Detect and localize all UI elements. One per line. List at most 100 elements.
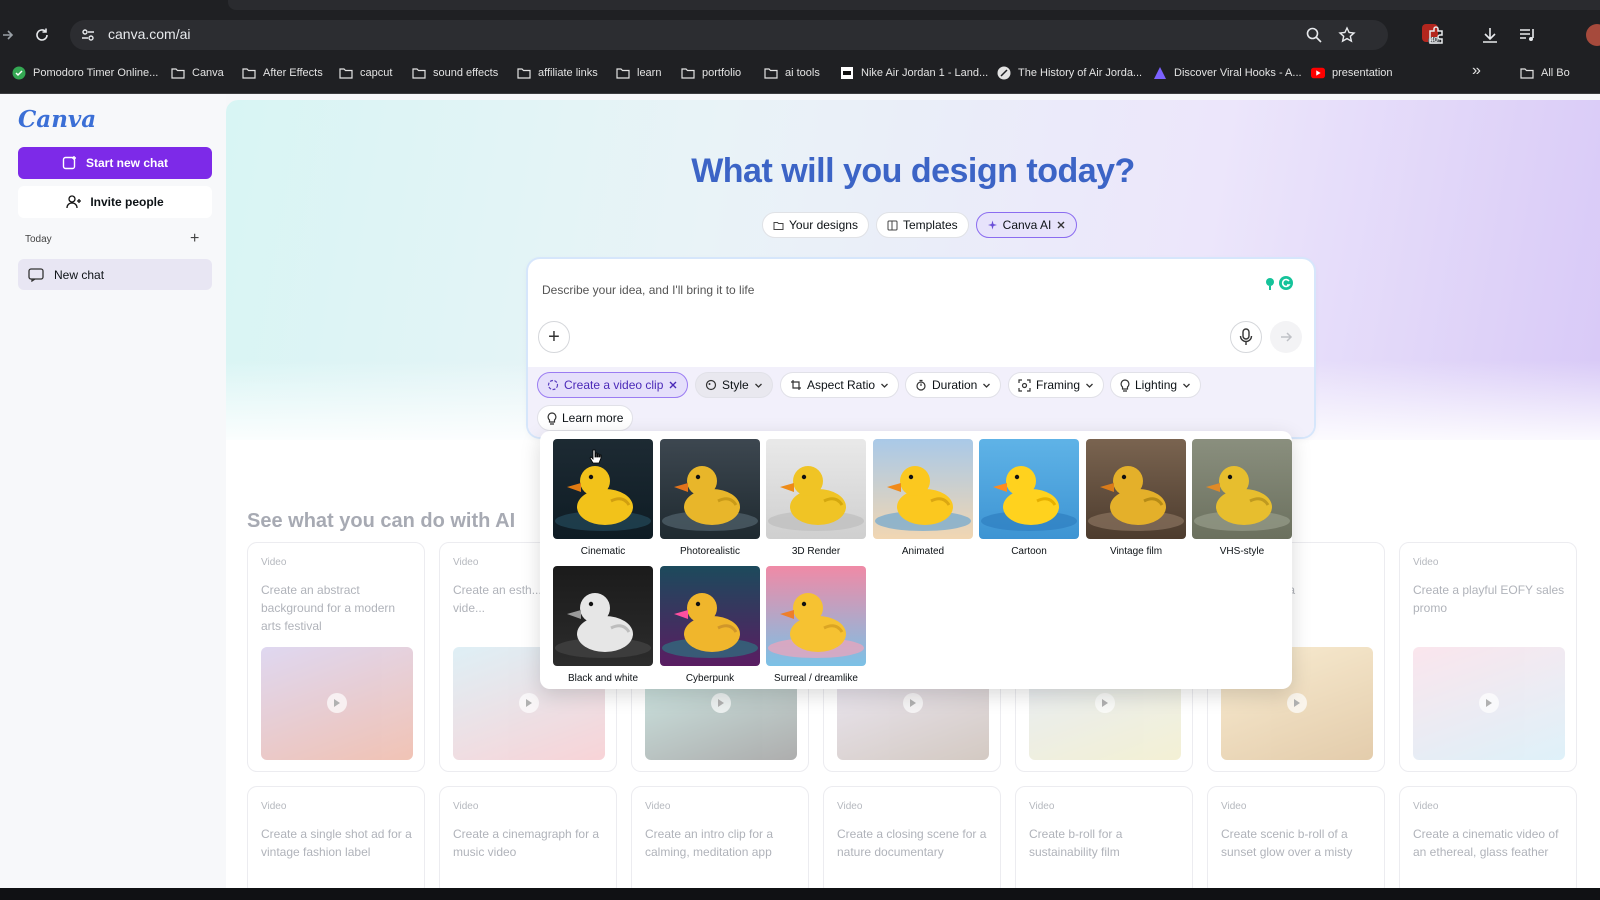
sample-card[interactable]: Video Create a single shot ad for a vinta…: [247, 786, 425, 888]
close-icon[interactable]: [1056, 220, 1066, 230]
style-option[interactable]: Vintage film: [1086, 439, 1186, 557]
url-text[interactable]: canva.com/ai: [108, 26, 190, 42]
play-icon[interactable]: [519, 693, 539, 713]
play-icon[interactable]: [1287, 693, 1307, 713]
bookmark-item[interactable]: After Effects: [242, 66, 323, 80]
media-control-icon[interactable]: [1517, 25, 1537, 45]
play-icon[interactable]: [1479, 693, 1499, 713]
sample-card[interactable]: Video Create b-roll for a sustainability …: [1015, 786, 1193, 888]
sample-description: Create a playful EOFY sales promo: [1413, 583, 1565, 615]
style-option[interactable]: Animated: [873, 439, 973, 557]
sample-card[interactable]: Video Create a closing scene for a nature…: [823, 786, 1001, 888]
create-video-clip-chip[interactable]: Create a video clip: [537, 372, 689, 398]
chip-label: Aspect Ratio: [807, 378, 876, 392]
bookmark-item[interactable]: ai tools: [764, 66, 820, 80]
send-arrow-icon[interactable]: [1270, 321, 1302, 353]
sample-description: Create scenic b-roll of a sunset glow ov…: [1221, 827, 1353, 859]
style-label: Cartoon: [1011, 546, 1047, 557]
forward-icon[interactable]: [0, 24, 20, 46]
tab-label: Canva AI: [1002, 218, 1052, 232]
site-info-icon[interactable]: [80, 27, 96, 43]
zoom-icon[interactable]: [1305, 26, 1323, 44]
more-bookmarks-icon[interactable]: »: [1472, 62, 1481, 80]
download-icon[interactable]: [1480, 25, 1500, 45]
bookmark-item[interactable]: presentation: [1311, 66, 1393, 80]
tab-templates[interactable]: Templates: [875, 212, 969, 238]
framing-dropdown[interactable]: Framing: [1008, 372, 1105, 398]
sample-card[interactable]: Video Create an intro clip for a calming,…: [631, 786, 809, 888]
style-option[interactable]: Cinematic: [553, 439, 653, 557]
style-option[interactable]: Cartoon: [979, 439, 1079, 557]
bookmark-label: Canva: [192, 67, 224, 79]
style-dropdown[interactable]: Style: [695, 372, 773, 398]
close-icon[interactable]: [668, 380, 678, 390]
bookmark-item[interactable]: learn: [616, 66, 661, 80]
sample-tag: Video: [453, 557, 479, 568]
bookmark-item[interactable]: Canva: [171, 66, 224, 80]
prompt-input[interactable]: Describe your idea, and I'll bring it to…: [542, 283, 754, 297]
sample-card[interactable]: Video Create an abstract background for a…: [247, 542, 425, 772]
tab-your-designs[interactable]: Your designs: [762, 212, 869, 238]
start-new-chat-button[interactable]: Start new chat: [18, 147, 212, 179]
style-label: Photorealistic: [679, 546, 741, 557]
sample-card[interactable]: Video Create a playful EOFY sales promo: [1399, 542, 1577, 772]
duration-dropdown[interactable]: Duration: [905, 372, 1002, 398]
style-option[interactable]: Black and white: [553, 566, 653, 684]
sparkle-icon: [987, 220, 998, 231]
sample-tag: Video: [1029, 801, 1055, 812]
sample-card[interactable]: Video Create a cinemagraph for a music vi…: [439, 786, 617, 888]
style-option[interactable]: Photorealistic: [660, 439, 760, 557]
microphone-icon[interactable]: [1230, 321, 1262, 353]
play-icon[interactable]: [903, 693, 923, 713]
canva-logo[interactable]: Canva: [18, 106, 96, 133]
sample-card[interactable]: Video Create scenic b-roll of a sunset gl…: [1207, 786, 1385, 888]
bookmark-item[interactable]: affiliate links: [517, 66, 598, 80]
bookmark-item[interactable]: sound effects: [412, 66, 498, 80]
chip-label: Framing: [1036, 378, 1081, 392]
play-icon[interactable]: [327, 693, 347, 713]
grammarly-icon[interactable]: [1264, 275, 1294, 291]
start-new-chat-label: Start new chat: [85, 156, 169, 170]
style-option[interactable]: Cyberpunk: [660, 566, 760, 684]
bookmark-item[interactable]: Discover Viral Hooks - A...: [1153, 66, 1302, 80]
reload-icon[interactable]: [30, 24, 54, 46]
add-chat-icon[interactable]: +: [190, 230, 199, 248]
lighting-dropdown[interactable]: Lighting: [1110, 372, 1202, 398]
style-option[interactable]: 3D Render: [766, 439, 866, 557]
duck-thumbnail: [1086, 439, 1186, 539]
bookmark-item[interactable]: Pomodoro Timer Online...: [12, 66, 158, 80]
bookmark-label: After Effects: [263, 67, 323, 79]
chat-list-item[interactable]: New chat: [18, 259, 212, 290]
play-icon[interactable]: [711, 693, 731, 713]
sample-thumbnail: [261, 647, 413, 760]
duck-thumbnail: [553, 566, 653, 666]
puzzle-icon[interactable]: [1426, 25, 1446, 45]
timer-icon: [915, 379, 927, 391]
add-attachment-button[interactable]: +: [538, 321, 570, 353]
learn-more-button[interactable]: Learn more: [537, 405, 634, 431]
sample-card[interactable]: Video Create a cinematic video of an ethe…: [1399, 786, 1577, 888]
tab-canva-ai[interactable]: Canva AI: [975, 212, 1078, 238]
youtube-icon: [1311, 66, 1325, 80]
play-icon[interactable]: [1095, 693, 1115, 713]
bookmark-item[interactable]: Nike Air Jordan 1 - Land...: [840, 66, 988, 80]
style-option[interactable]: VHS-style: [1192, 439, 1292, 557]
address-bar[interactable]: [70, 20, 1388, 50]
bookmark-item[interactable]: All Bo: [1520, 66, 1570, 80]
bookmark-item[interactable]: The History of Air Jorda...: [997, 66, 1142, 80]
bookmark-star-icon[interactable]: [1338, 26, 1356, 44]
new-chat-icon: [62, 155, 78, 171]
style-option[interactable]: Surreal / dreamlike: [766, 566, 866, 684]
sample-tag: Video: [1221, 801, 1247, 812]
bookmark-item[interactable]: capcut: [339, 66, 392, 80]
folder-icon: [681, 66, 695, 80]
bookmark-item[interactable]: portfolio: [681, 66, 741, 80]
invite-people-button[interactable]: Invite people: [18, 186, 212, 218]
aspect-ratio-dropdown[interactable]: Aspect Ratio: [780, 372, 900, 398]
invite-people-label: Invite people: [90, 195, 164, 209]
hero-tabs: Your designs Templates Canva AI: [762, 212, 1078, 238]
template-icon: [887, 220, 898, 231]
chip-label: Lighting: [1135, 378, 1178, 392]
canva-app: Canva Start new chat Invite people Today…: [0, 94, 1600, 888]
chip-label: Create a video clip: [564, 378, 664, 392]
